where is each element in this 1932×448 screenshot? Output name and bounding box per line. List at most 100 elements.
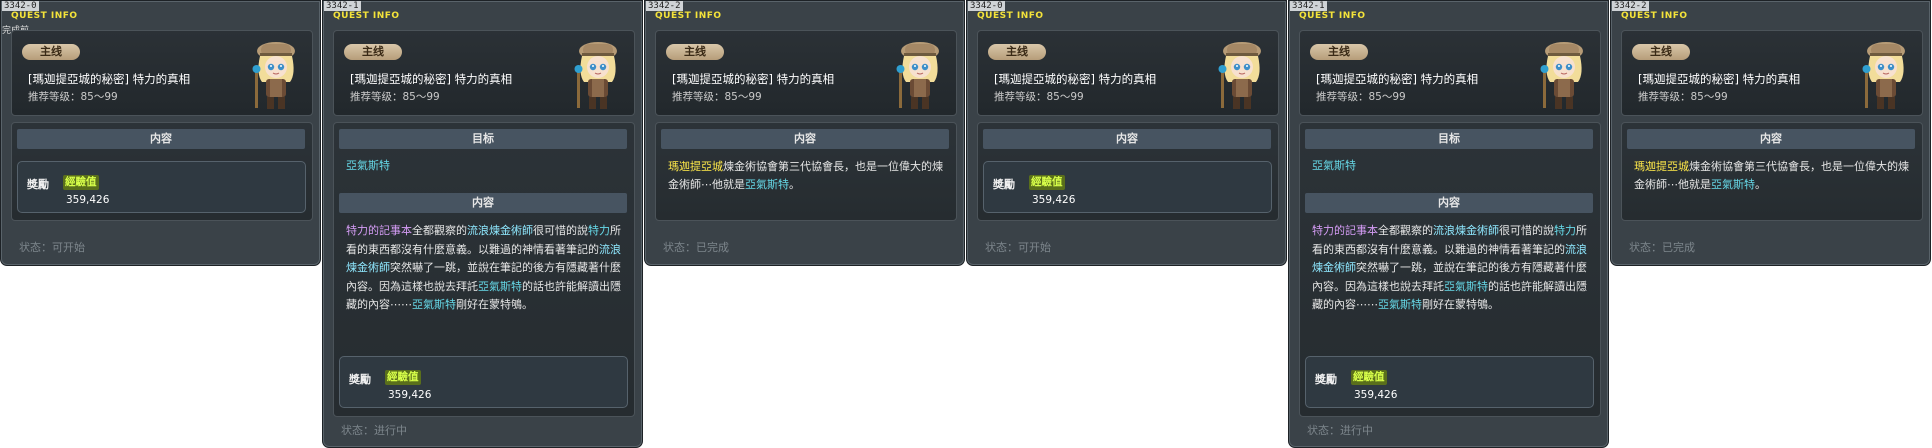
body-text: 全都觀察的 xyxy=(1378,224,1433,237)
panel-id-label: 3342-1 xyxy=(1290,1,1327,11)
reward-box: 獎勵 經驗值 359,426 xyxy=(17,161,306,213)
npc-text: 亞氣斯特 xyxy=(745,178,789,191)
item-text: 特力的記事本 xyxy=(346,224,412,237)
body-text: 剛好在蒙特鴝。 xyxy=(456,298,533,311)
mob-text: 流浪煉金術師 xyxy=(1433,224,1499,237)
exp-badge: 經驗值 xyxy=(1351,370,1387,385)
mob-text: 流浪煉金術師 xyxy=(467,224,533,237)
item-text: 特力的記事本 xyxy=(1312,224,1378,237)
recommended-level: 推荐等级：85～99 xyxy=(672,91,762,103)
map-text: 瑪迦提亞城 xyxy=(668,160,723,173)
recommended-level: 推荐等级：85～99 xyxy=(994,91,1084,103)
recommended-level: 推荐等级：85～99 xyxy=(1638,91,1728,103)
goal-header: 目标 xyxy=(339,129,627,149)
npc-text: 特力 xyxy=(1554,224,1576,237)
quest-info-panel: 3342-1 QUEST INFO 主线 [瑪迦提亞城的秘密] 特力的真相 推荐等级：8… xyxy=(322,0,643,448)
window-title: QUEST INFO xyxy=(977,11,1044,21)
reward-label: 獎勵 xyxy=(27,178,49,191)
quest-info-panel: 3342-2 QUEST INFO 主线 [瑪迦提亞城的秘密] 特力的真相 推荐等级：8… xyxy=(644,0,965,266)
quest-status: 状态：已完成 xyxy=(1629,241,1695,254)
quest-header: 主线 [瑪迦提亞城的秘密] 特力的真相 推荐等级：85～99 xyxy=(655,30,957,116)
quest-status: 状态：进行中 xyxy=(1307,424,1373,437)
body-text: 很可惜的說 xyxy=(1499,224,1554,237)
panel-id-label: 3342-2 xyxy=(646,1,683,11)
quest-type-badge: 主线 xyxy=(988,44,1046,60)
quest-name: [瑪迦提亞城的秘密] 特力的真相 xyxy=(350,72,513,86)
content-header: 内容 xyxy=(661,129,949,149)
body-text: 全都觀察的 xyxy=(412,224,467,237)
body-text: 。 xyxy=(1755,178,1766,191)
quest-body: 内容瑪迦提亞城煉金術協會第三代協會長，也是一位偉大的煉金術師⋯他就是亞氣斯特。 xyxy=(1621,122,1923,221)
goal-header: 目标 xyxy=(1305,129,1593,149)
quest-info-panel: 3342-0 QUEST INFO 主线 [瑪迦提亞城的秘密] 特力的真相 推荐等级：8… xyxy=(966,0,1287,266)
map-text: 瑪迦提亞城 xyxy=(1634,160,1689,173)
recommended-level: 推荐等级：85～99 xyxy=(28,91,118,103)
npc-text: 亞氣斯特 xyxy=(1444,279,1488,293)
panel-id-label: 3342-2 xyxy=(1612,1,1649,11)
quest-name: [瑪迦提亞城的秘密] 特力的真相 xyxy=(994,72,1157,86)
quest-body: 内容瑪迦提亞城煉金術協會第三代協會長，也是一位偉大的煉金術師⋯他就是亞氣斯特。 xyxy=(655,122,957,221)
reward-label: 獎勵 xyxy=(349,373,371,386)
quest-body: 目标 亞氣斯特 内容 特力的記事本全都觀察的流浪煉金術師很可惜的說特力所看的東西都沒有… xyxy=(1299,122,1601,417)
reward-label: 獎勵 xyxy=(1315,373,1337,386)
npc-text: 亞氣斯特 xyxy=(478,279,522,293)
window-title: QUEST INFO xyxy=(11,11,78,21)
exp-value: 359,426 xyxy=(388,389,432,401)
panel-id-label: 3342-1 xyxy=(324,1,361,11)
quest-info-panel: 3342-0QUEST INFO完成前主线[瑪迦提亞城的秘密] 特力的真相推荐等… xyxy=(0,0,321,266)
quest-type-badge: 主线 xyxy=(22,44,80,60)
exp-value: 359,426 xyxy=(66,194,110,206)
quest-status: 状态：进行中 xyxy=(341,424,407,437)
reward-box: 獎勵 經驗值 359,426 xyxy=(339,356,628,408)
content-header: 内容 xyxy=(17,129,305,149)
quest-name: [瑪迦提亞城的秘密] 特力的真相 xyxy=(28,72,191,86)
quest-info-panel: 3342-2 QUEST INFO 主线 [瑪迦提亞城的秘密] 特力的真相 推荐等级：8… xyxy=(1610,0,1931,266)
npc-portrait-icon xyxy=(574,42,617,109)
npc-text: 亞氣斯特 xyxy=(1378,298,1422,311)
npc-portrait-icon xyxy=(1862,42,1905,109)
exp-value: 359,426 xyxy=(1032,194,1076,206)
content-text: 瑪迦提亞城煉金術協會第三代協會長，也是一位偉大的煉金術師⋯他就是亞氣斯特。 xyxy=(668,158,948,194)
content-text: 特力的記事本全都觀察的流浪煉金術師很可惜的說特力所看的東西都沒有什麼意義。以難過… xyxy=(346,222,626,315)
body-text: 很可惜的說 xyxy=(533,224,588,237)
content-header: 内容 xyxy=(1627,129,1915,149)
content-header: 内容 xyxy=(1305,193,1593,213)
quest-status: 状态：已完成 xyxy=(663,241,729,254)
quest-header: 主线 [瑪迦提亞城的秘密] 特力的真相 推荐等级：85～99 xyxy=(1299,30,1601,116)
quest-header: 主线 [瑪迦提亞城的秘密] 特力的真相 推荐等级：85～99 xyxy=(11,30,313,116)
npc-text: 亞氣斯特 xyxy=(1711,178,1755,191)
content-header: 内容 xyxy=(983,129,1271,149)
goal-npc-link[interactable]: 亞氣斯特 xyxy=(346,157,626,175)
recommended-level: 推荐等级：85～99 xyxy=(1316,91,1406,103)
window-title: QUEST INFO xyxy=(333,11,400,21)
quest-name: [瑪迦提亞城的秘密] 特力的真相 xyxy=(672,72,835,86)
quest-type-badge: 主线 xyxy=(344,44,402,60)
quest-header: 主线 [瑪迦提亞城的秘密] 特力的真相 推荐等级：85～99 xyxy=(1621,30,1923,116)
window-title: QUEST INFO xyxy=(1621,11,1688,21)
quest-info-panel: 3342-1 QUEST INFO 主线 [瑪迦提亞城的秘密] 特力的真相 推荐等级：8… xyxy=(1288,0,1609,448)
quest-info-panels: 3342-0QUEST INFO完成前主线[瑪迦提亞城的秘密] 特力的真相推荐等… xyxy=(0,0,1932,448)
recommended-level: 推荐等级：85～99 xyxy=(350,91,440,103)
content-text: 特力的記事本全都觀察的流浪煉金術師很可惜的說特力所看的東西都沒有什麼意義。以難過… xyxy=(1312,222,1592,315)
npc-text: 亞氣斯特 xyxy=(412,298,456,311)
quest-body: 内容獎勵 經驗值 359,426 xyxy=(977,122,1279,221)
quest-body: 目标 亞氣斯特 内容 特力的記事本全都觀察的流浪煉金術師很可惜的說特力所看的東西都沒有… xyxy=(333,122,635,417)
quest-status: 状态：可开始 xyxy=(19,241,85,254)
quest-name: [瑪迦提亞城的秘密] 特力的真相 xyxy=(1638,72,1801,86)
exp-badge: 經驗值 xyxy=(63,175,99,190)
npc-portrait-icon xyxy=(1540,42,1583,109)
goal-npc-link[interactable]: 亞氣斯特 xyxy=(1312,157,1592,175)
body-text: 。 xyxy=(789,178,800,191)
exp-badge: 經驗值 xyxy=(1029,175,1065,190)
quest-type-badge: 主线 xyxy=(1632,44,1690,60)
reward-box: 獎勵 經驗值 359,426 xyxy=(983,161,1272,213)
window-title: QUEST INFO xyxy=(1299,11,1366,21)
window-title: QUEST INFO xyxy=(655,11,722,21)
reward-label: 獎勵 xyxy=(993,178,1015,191)
exp-value: 359,426 xyxy=(1354,389,1398,401)
npc-portrait-icon xyxy=(252,42,295,109)
quest-body: 内容獎勵 經驗值 359,426 xyxy=(11,122,313,221)
npc-text: 特力 xyxy=(588,224,610,237)
quest-header: 主线 [瑪迦提亞城的秘密] 特力的真相 推荐等级：85～99 xyxy=(977,30,1279,116)
content-text: 瑪迦提亞城煉金術協會第三代協會長，也是一位偉大的煉金術師⋯他就是亞氣斯特。 xyxy=(1634,158,1914,194)
